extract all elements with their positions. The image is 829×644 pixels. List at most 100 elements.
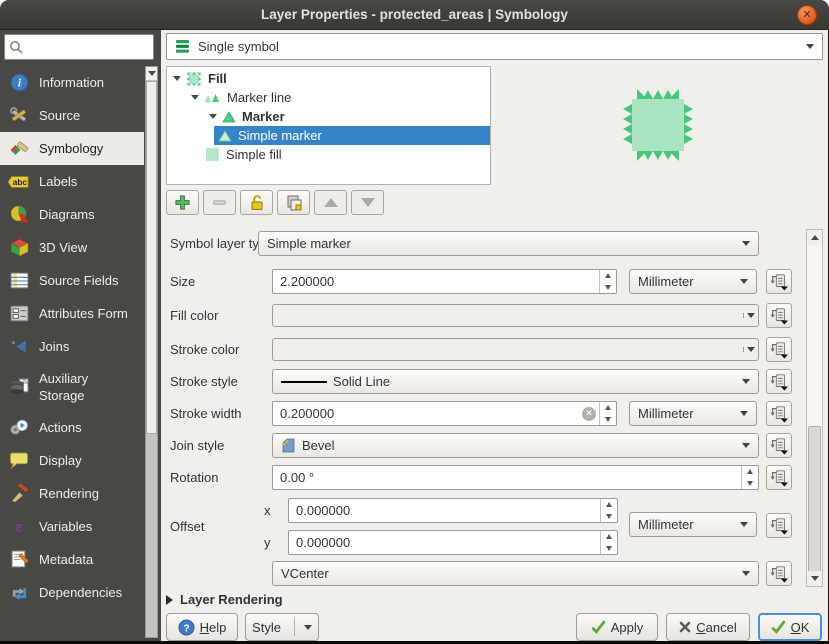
sidebar-item-source-fields[interactable]: Source Fields [0, 264, 144, 297]
tree-row-simple-marker[interactable]: Simple marker [167, 126, 490, 145]
move-up-button[interactable] [314, 190, 347, 215]
size-data-override-button[interactable] [766, 269, 792, 294]
sidebar-item-rendering[interactable]: Rendering [0, 477, 144, 510]
data-defined-override-icon [769, 437, 789, 455]
sidebar-item-variables[interactable]: ε Variables [0, 510, 144, 543]
brush-icon [8, 484, 30, 503]
offset-unit-select[interactable]: Millimeter [629, 512, 757, 537]
fill-color-button[interactable] [272, 304, 759, 327]
expand-arrow-icon[interactable] [173, 76, 181, 81]
offset-y-label: y [264, 535, 271, 550]
layer-rendering-expander[interactable]: Layer Rendering [166, 592, 283, 607]
apply-button[interactable]: Apply [576, 613, 658, 641]
offset-label: Offset [170, 519, 204, 534]
stroke-width-stepper[interactable] [599, 402, 616, 425]
join-style-select[interactable]: Bevel [272, 433, 759, 458]
sidebar: i Information Source Symbology abc Label… [0, 30, 161, 641]
tree-label: Fill [208, 71, 227, 86]
tree-label: Marker line [227, 90, 291, 105]
symbol-layer-type-select[interactable]: Simple marker [258, 231, 759, 256]
search-input[interactable] [4, 34, 154, 60]
sidebar-scrollbar-thumb[interactable] [146, 81, 157, 434]
stroke-width-data-override-button[interactable] [766, 401, 792, 426]
sidebar-item-metadata[interactable]: Metadata [0, 543, 144, 576]
stroke-width-input[interactable]: 0.200000 ✕ [272, 401, 617, 426]
clear-icon[interactable]: ✕ [582, 407, 596, 421]
sidebar-item-source[interactable]: Source [0, 99, 144, 132]
data-defined-override-icon [769, 341, 789, 359]
sidebar-item-display[interactable]: Display [0, 444, 144, 477]
sidebar-item-dependencies[interactable]: Dependencies [0, 576, 144, 609]
duplicate-symbol-layer-button[interactable] [277, 190, 310, 215]
symbol-layer-toolbar [166, 190, 384, 215]
sidebar-scrollbar[interactable] [145, 66, 158, 638]
fill-color-data-override-button[interactable] [766, 303, 792, 328]
svg-text:?: ? [183, 623, 189, 634]
offset-y-stepper[interactable] [600, 531, 617, 554]
anchor-data-override-button[interactable] [766, 561, 792, 586]
remove-symbol-layer-button[interactable] [203, 190, 236, 215]
gears-icon [8, 418, 30, 437]
properties-scrollbar[interactable] [806, 229, 823, 587]
tree-label: Marker [242, 109, 285, 124]
renderer-select[interactable]: Single symbol [166, 33, 823, 60]
rotation-input[interactable]: 0.00 ° [272, 465, 759, 490]
stroke-style-data-override-button[interactable] [766, 369, 792, 394]
stroke-color-button[interactable] [272, 338, 759, 361]
tree-row-fill[interactable]: Fill [167, 69, 490, 88]
offset-data-override-button[interactable] [766, 513, 792, 538]
chevron-down-icon[interactable] [743, 347, 758, 352]
offset-x-stepper[interactable] [600, 499, 617, 522]
move-down-button[interactable] [351, 190, 384, 215]
sidebar-item-information[interactable]: i Information [0, 66, 144, 99]
sidebar-item-auxiliary-storage[interactable]: Auxiliary Storage [0, 363, 144, 411]
rotation-stepper[interactable] [741, 466, 758, 489]
data-defined-override-icon [769, 273, 789, 291]
style-button[interactable]: Style [245, 613, 319, 641]
sidebar-item-3d-view[interactable]: 3D View [0, 231, 144, 264]
offset-y-input[interactable]: 0.000000 [288, 530, 618, 555]
chevron-down-icon[interactable] [743, 313, 758, 318]
size-unit-select[interactable]: Millimeter [629, 269, 757, 294]
anchor-point-select[interactable]: VCenter [272, 561, 759, 586]
renderer-value: Single symbol [198, 39, 279, 54]
scroll-up-icon[interactable] [807, 230, 822, 245]
sidebar-item-attributes-form[interactable]: Attributes Form [0, 297, 144, 330]
size-input[interactable]: 2.200000 [272, 269, 617, 294]
tree-row-simple-fill[interactable]: Simple fill [167, 145, 490, 164]
size-stepper[interactable] [599, 270, 616, 293]
speech-bubble-icon [8, 451, 30, 470]
titlebar[interactable]: Layer Properties - protected_areas | Sym… [0, 0, 829, 30]
stroke-width-unit-select[interactable]: Millimeter [629, 401, 757, 426]
scroll-down-icon[interactable] [146, 67, 157, 80]
sidebar-item-diagrams[interactable]: Diagrams [0, 198, 144, 231]
sidebar-item-joins[interactable]: Joins [0, 330, 144, 363]
stroke-color-data-override-button[interactable] [766, 337, 792, 362]
tree-row-marker[interactable]: Marker [167, 107, 490, 126]
ok-button[interactable]: OK [758, 613, 822, 641]
data-defined-override-icon [769, 517, 789, 535]
data-defined-override-icon [769, 307, 789, 325]
join-style-data-override-button[interactable] [766, 433, 792, 458]
join-icon [8, 337, 30, 356]
close-icon[interactable]: ✕ [797, 5, 817, 25]
x-icon [679, 621, 691, 633]
sidebar-item-actions[interactable]: Actions [0, 411, 144, 444]
scroll-down-icon[interactable] [807, 571, 822, 586]
add-symbol-layer-button[interactable] [166, 190, 199, 215]
paintbrush-icon [8, 139, 30, 158]
svg-text:ε: ε [15, 517, 22, 536]
expand-arrow-icon[interactable] [191, 95, 199, 100]
cancel-button[interactable]: Cancel [666, 613, 750, 641]
tree-row-marker-line[interactable]: Marker line [167, 88, 490, 107]
stroke-style-select[interactable]: Solid Line [272, 369, 759, 394]
help-icon: ? [178, 619, 195, 636]
expand-arrow-icon[interactable] [209, 114, 217, 119]
help-button[interactable]: ? Help [166, 613, 238, 641]
offset-x-input[interactable]: 0.000000 [288, 498, 618, 523]
properties-scrollbar-thumb[interactable] [808, 426, 821, 572]
sidebar-item-symbology[interactable]: Symbology [0, 132, 144, 165]
lock-color-button[interactable] [240, 190, 273, 215]
sidebar-item-labels[interactable]: abc Labels [0, 165, 144, 198]
rotation-data-override-button[interactable] [766, 465, 792, 490]
